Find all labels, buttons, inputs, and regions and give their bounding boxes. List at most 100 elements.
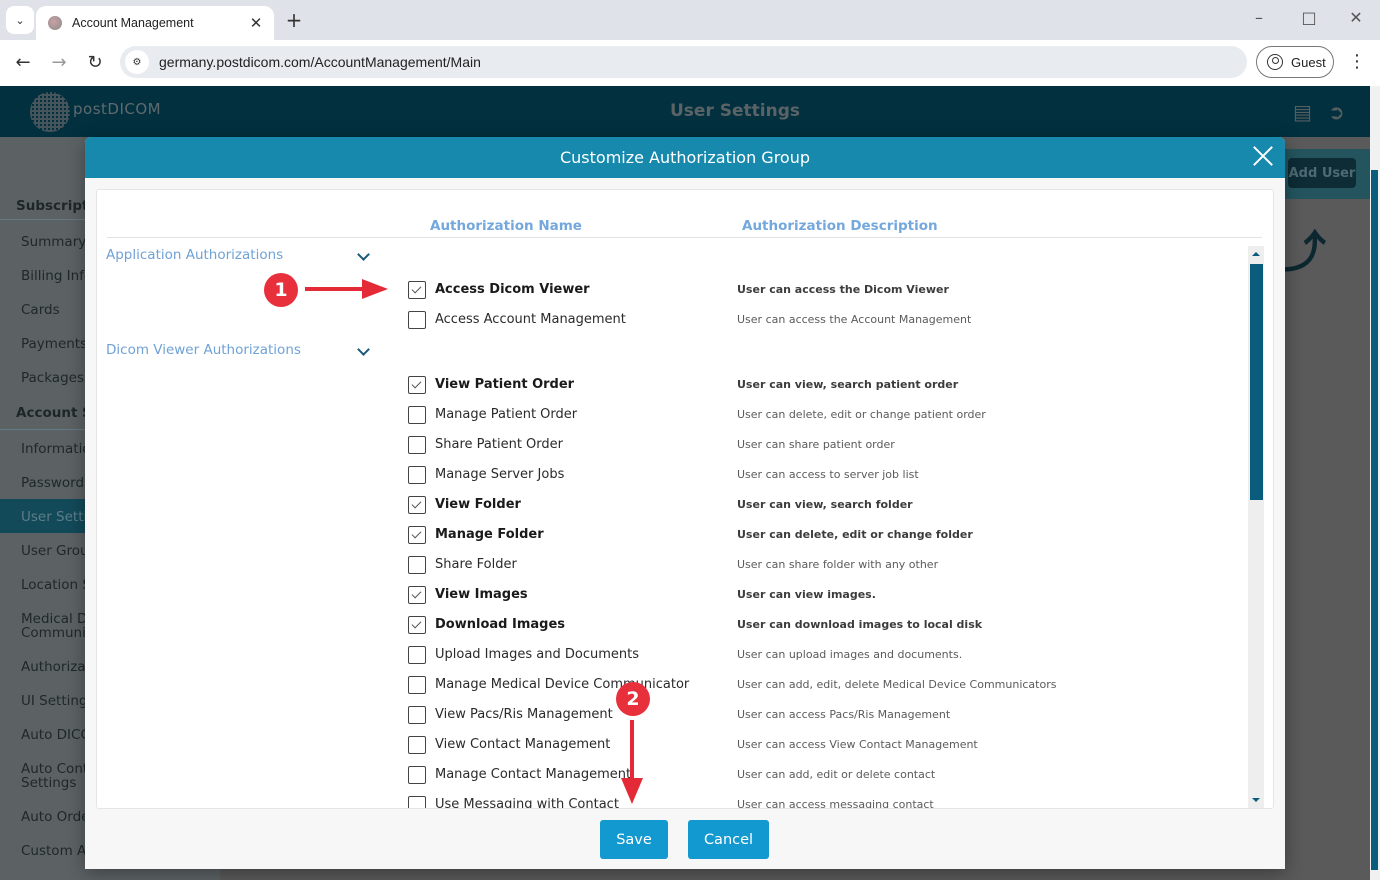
sidebar-item-password[interactable]: Password — [21, 476, 84, 490]
reload-button[interactable]: ↻ — [84, 52, 106, 74]
sidebar-item-summary[interactable]: Summary — [21, 235, 86, 249]
window-close-button[interactable]: ✕ — [1345, 8, 1367, 27]
sidebar-item-location-settings[interactable]: Location S — [21, 578, 91, 592]
back-button[interactable]: ← — [12, 52, 34, 74]
permission-checkbox[interactable] — [408, 526, 426, 544]
permission-checkbox[interactable] — [408, 556, 426, 574]
permission-name: Manage Patient Order — [435, 407, 578, 422]
browser-tab-bar: ⌄ Account Management ✕ + – □ ✕ — [0, 0, 1380, 40]
permission-checkbox[interactable] — [408, 376, 426, 394]
sidebar-item-payments[interactable]: Payments — [21, 337, 87, 351]
sidebar-item-medical-device-line2[interactable]: Communic — [21, 626, 93, 640]
permission-description: User can delete, edit or change folder — [737, 528, 973, 541]
permission-name: Manage Contact Management — [435, 767, 632, 782]
arrow-left-icon: ← — [15, 52, 31, 73]
permission-checkbox[interactable] — [408, 796, 426, 808]
group-label-application[interactable]: Application Authorizations — [106, 247, 283, 263]
permission-description: User can download images to local disk — [737, 618, 983, 631]
permission-description: User can access messaging contact — [737, 798, 934, 809]
sidebar-item-ui-settings[interactable]: UI Setting — [21, 694, 88, 708]
profile-button[interactable]: Guest — [1256, 46, 1334, 78]
permission-checkbox[interactable] — [408, 311, 426, 329]
logout-icon[interactable]: ➲ — [1328, 100, 1345, 124]
permission-row: View Contact Management User can access V… — [408, 735, 1248, 755]
cancel-button[interactable]: Cancel — [688, 820, 769, 859]
permission-name: View Contact Management — [435, 737, 611, 752]
sidebar-item-auto-dicom[interactable]: Auto DICC — [21, 728, 90, 742]
modal-title: Customize Authorization Group — [559, 148, 811, 167]
permission-name: Upload Images and Documents — [435, 647, 640, 662]
permission-row: Manage Contact Management User can add, e… — [408, 765, 1248, 785]
tab-list-button[interactable]: ⌄ — [6, 6, 34, 34]
sidebar-item-cards[interactable]: Cards — [21, 303, 60, 317]
scroll-down-icon[interactable] — [1252, 798, 1260, 802]
permission-row: Access Dicom Viewer User can access the … — [408, 280, 1248, 300]
tune-icon[interactable]: ⚙ — [125, 50, 149, 74]
modal-scrollbar-thumb[interactable] — [1250, 264, 1263, 500]
permission-description: User can share patient order — [737, 438, 895, 451]
permission-name: Download Images — [435, 617, 565, 632]
ticket-icon[interactable]: ▤ — [1293, 100, 1312, 124]
permission-row: View Pacs/Ris Management User can access … — [408, 705, 1248, 725]
app-header: postDICOM User Settings ▤ ➲ — [0, 86, 1370, 137]
browser-tab[interactable]: Account Management ✕ — [36, 6, 274, 40]
permission-checkbox[interactable] — [408, 466, 426, 484]
sidebar-item-user-groups[interactable]: User Grou — [21, 544, 89, 558]
sidebar-item-auto-order[interactable]: Auto Orde — [21, 810, 89, 824]
annotation-arrow-head — [621, 778, 643, 804]
minimize-button[interactable]: – — [1248, 8, 1270, 27]
permission-checkbox[interactable] — [408, 616, 426, 634]
permission-row: View Folder User can view, search folder — [408, 495, 1248, 515]
permission-checkbox[interactable] — [408, 281, 426, 299]
sidebar-item-billing-info[interactable]: Billing Info — [21, 269, 92, 283]
sidebar-item-custom-areas[interactable]: Custom Ar — [21, 844, 92, 858]
scroll-up-icon[interactable] — [1252, 252, 1260, 256]
sidebar-item-auto-contact-line2[interactable]: Settings — [21, 776, 76, 790]
permission-name: View Patient Order — [435, 377, 575, 392]
permission-checkbox[interactable] — [408, 736, 426, 754]
permission-checkbox[interactable] — [408, 586, 426, 604]
annotation-arrow-head — [362, 279, 388, 299]
modal-scrollbar[interactable] — [1248, 246, 1264, 808]
permission-name: Share Patient Order — [435, 437, 563, 452]
add-user-button[interactable]: Add User — [1288, 158, 1356, 188]
save-button[interactable]: Save — [600, 820, 668, 859]
sidebar-item-packages[interactable]: Packages — [21, 371, 84, 385]
permission-checkbox[interactable] — [408, 766, 426, 784]
sidebar-item-medical-device-line1[interactable]: Medical D — [21, 612, 87, 626]
permission-checkbox[interactable] — [408, 676, 426, 694]
permission-row: Use Messaging with Contact User can acces… — [408, 795, 1248, 809]
arrow-right-icon: → — [51, 52, 67, 73]
tab-close-icon[interactable]: ✕ — [248, 14, 264, 32]
permission-checkbox[interactable] — [408, 436, 426, 454]
sidebar-item-user-settings[interactable]: User Setti — [21, 510, 87, 524]
permission-row: View Patient Order User can view, search … — [408, 375, 1248, 395]
kebab-menu-icon[interactable]: ⋮ — [1348, 52, 1366, 72]
permission-row: Manage Server Jobs User can access to ser… — [408, 465, 1248, 485]
chevron-down-icon[interactable] — [357, 250, 371, 264]
sidebar-item-auto-contact-line1[interactable]: Auto Cont — [21, 762, 88, 776]
permission-checkbox[interactable] — [408, 496, 426, 514]
header-divider — [107, 237, 1262, 238]
permission-description: User can access the Dicom Viewer — [737, 283, 949, 296]
permission-checkbox[interactable] — [408, 706, 426, 724]
chevron-down-icon: ⌄ — [15, 13, 25, 27]
permission-row: Manage Patient Order User can delete, edi… — [408, 405, 1248, 425]
maximize-icon: □ — [1301, 8, 1317, 27]
sidebar-item-authorization[interactable]: Authoriza — [21, 660, 86, 674]
close-icon[interactable] — [1251, 143, 1275, 167]
url-text[interactable]: germany.postdicom.com/AccountManagement/… — [159, 54, 481, 70]
annotation-badge-2: 2 — [616, 682, 650, 716]
maximize-button[interactable]: □ — [1298, 8, 1320, 27]
forward-button[interactable]: → — [48, 52, 70, 74]
column-header-name: Authorization Name — [430, 218, 582, 234]
plus-icon: + — [285, 8, 303, 32]
permission-checkbox[interactable] — [408, 406, 426, 424]
sidebar-item-information[interactable]: Informatio — [21, 442, 91, 456]
page-scrollbar-thumb[interactable] — [1371, 170, 1378, 870]
chevron-down-icon[interactable] — [357, 345, 371, 359]
address-bar[interactable]: ⚙ germany.postdicom.com/AccountManagemen… — [120, 46, 1247, 78]
new-tab-button[interactable]: + — [284, 8, 304, 32]
permission-checkbox[interactable] — [408, 646, 426, 664]
group-label-dicom-viewer[interactable]: Dicom Viewer Authorizations — [106, 342, 301, 358]
